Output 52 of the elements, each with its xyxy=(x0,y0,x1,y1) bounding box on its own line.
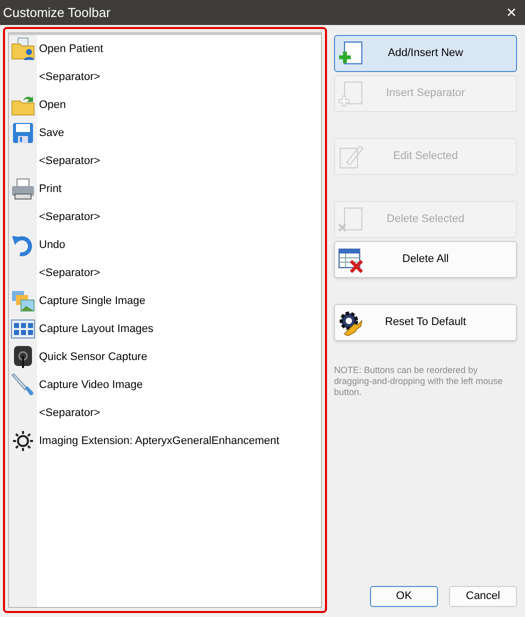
undo-icon xyxy=(11,233,35,257)
delete-page-icon xyxy=(338,206,364,232)
wand-icon xyxy=(11,373,35,397)
list-item[interactable]: <Separator> xyxy=(9,203,321,231)
command-label: Print xyxy=(39,182,62,197)
add-page-icon xyxy=(338,40,364,66)
list-item[interactable]: <Separator> xyxy=(9,399,321,427)
command-label: Open xyxy=(39,98,66,113)
printer-icon xyxy=(11,177,35,201)
list-item[interactable]: Print xyxy=(9,175,321,203)
list-item[interactable]: Save xyxy=(9,119,321,147)
list-item[interactable]: Capture Layout Images xyxy=(9,315,321,343)
command-label: Quick Sensor Capture xyxy=(39,350,148,365)
command-label: Capture Single Image xyxy=(39,294,146,309)
add-page-icon xyxy=(338,80,364,106)
list-item[interactable]: Imaging Extension: ApteryxGeneralEnhancement xyxy=(9,427,321,455)
list-item[interactable]: <Separator> xyxy=(9,63,321,91)
list-item[interactable]: Undo xyxy=(9,231,321,259)
list-item[interactable]: Capture Single Image xyxy=(9,287,321,315)
dialog-button[interactable]: OK xyxy=(370,586,438,607)
list-item[interactable]: Open xyxy=(9,91,321,119)
command-label: Undo xyxy=(39,238,66,253)
list-item[interactable]: <Separator> xyxy=(9,147,321,175)
action-button[interactable]: Add/Insert New xyxy=(334,35,517,72)
action-button[interactable]: Delete All xyxy=(334,241,517,278)
images-icon xyxy=(11,289,35,313)
command-label: Save xyxy=(39,126,64,141)
separator-label: <Separator> xyxy=(39,406,100,421)
separator-label: <Separator> xyxy=(39,266,100,281)
sun-icon xyxy=(11,429,35,453)
separator-label: <Separator> xyxy=(39,210,100,225)
list-item[interactable]: Capture Video Image xyxy=(9,371,321,399)
sensor-icon xyxy=(11,345,35,369)
edit-page-icon xyxy=(338,144,364,170)
command-label: Capture Layout Images xyxy=(39,322,154,337)
command-label: Open Patient xyxy=(39,42,104,57)
gear-wrench-icon xyxy=(338,310,364,336)
list-item[interactable]: Quick Sensor Capture xyxy=(9,343,321,371)
list-item[interactable]: <Separator> xyxy=(9,259,321,287)
action-button[interactable]: Reset To Default xyxy=(334,304,517,341)
dialog-button[interactable]: Cancel xyxy=(449,586,517,607)
table-delete-icon xyxy=(338,246,364,272)
list-item[interactable]: Open Patient xyxy=(9,35,321,63)
note-text: NOTE: Buttons can be reordered by dragging-and-dropping with the left mouse button. xyxy=(334,365,504,398)
window-title: Customize Toolbar xyxy=(3,4,110,22)
grid-icon xyxy=(11,317,35,341)
separator-label: <Separator> xyxy=(39,70,100,85)
command-label: Capture Video Image xyxy=(39,378,143,393)
close-button[interactable]: ✕ xyxy=(506,6,517,19)
command-label: Imaging Extension: ApteryxGeneralEnhancement xyxy=(39,434,280,449)
folder-person-icon xyxy=(11,37,35,61)
separator-label: <Separator> xyxy=(39,154,100,169)
